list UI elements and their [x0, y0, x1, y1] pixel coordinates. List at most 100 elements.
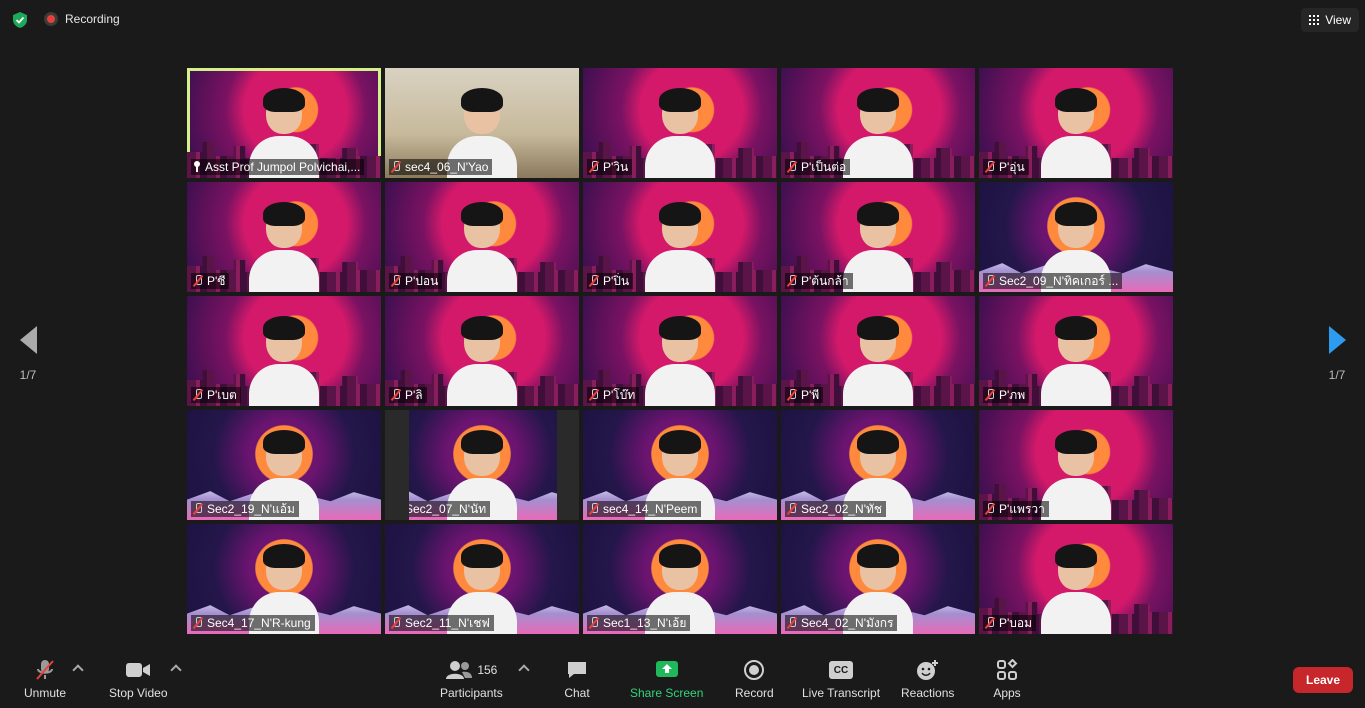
participant-name: P'วิน [603, 159, 629, 174]
participants-icon [445, 658, 473, 682]
participant-tile[interactable]: Asst Prof Jumpol Polvichai,... [187, 68, 381, 178]
participant-tile[interactable]: Sec2_02_N'ทัช [781, 410, 975, 520]
participant-tile[interactable]: P'บอม [979, 524, 1173, 634]
mic-muted-icon [589, 617, 599, 629]
recording-indicator[interactable]: Recording [44, 12, 120, 26]
participant-tile[interactable]: Sec2_07_N'นัท [385, 410, 579, 520]
participant-video [249, 196, 319, 292]
participant-name: P'ลิ [405, 387, 423, 402]
share-screen-button[interactable]: Share Screen [630, 658, 703, 700]
participant-tile[interactable]: P'ภพ [979, 296, 1173, 406]
participant-tile[interactable]: Sec2_11_N'เชฟ [385, 524, 579, 634]
participant-video [645, 310, 715, 406]
participant-name-tag: P'ต้นกล้า [785, 273, 853, 289]
participants-label: Participants [440, 686, 503, 700]
unmute-button[interactable]: Unmute [24, 658, 66, 700]
chat-button[interactable]: Chat [563, 658, 591, 700]
participant-name-tag: Sec2_19_N'แอ้ม [191, 501, 299, 517]
arrow-right-icon [1328, 326, 1346, 354]
participant-name: Sec2_07_N'นัท [405, 501, 487, 516]
participant-name-tag: P'พี [785, 387, 824, 403]
mic-muted-icon [985, 617, 995, 629]
participant-name-tag: Sec1_13_N'เอ้ย [587, 615, 691, 631]
participant-tile[interactable]: Sec2_19_N'แอ้ม [187, 410, 381, 520]
mic-muted-icon [391, 617, 401, 629]
view-button[interactable]: View [1301, 8, 1359, 32]
participants-button[interactable]: 156 Participants [440, 658, 503, 700]
participant-tile[interactable]: sec4_14_N'Peem [583, 410, 777, 520]
participant-tile[interactable]: P'พี [781, 296, 975, 406]
pin-icon [193, 161, 201, 173]
mic-muted-icon [787, 389, 797, 401]
participant-name-tag: P'ลิ [389, 387, 427, 403]
reactions-label: Reactions [901, 686, 955, 700]
participant-tile[interactable]: P'เป็นต่อ [781, 68, 975, 178]
leave-button[interactable]: Leave [1293, 667, 1353, 693]
mic-muted-icon [391, 389, 401, 401]
grid-view-icon [1309, 15, 1320, 25]
participant-name-tag: P'อุ่น [983, 159, 1029, 175]
participant-video [447, 310, 517, 406]
participant-tile[interactable]: P'ซี [187, 182, 381, 292]
next-page-button[interactable]: 1/7 [1309, 312, 1365, 396]
mic-muted-icon [589, 389, 599, 401]
participant-name: Sec2_02_N'ทัช [801, 501, 883, 516]
chat-label: Chat [564, 686, 590, 700]
mic-muted-icon [391, 161, 401, 173]
apps-label: Apps [993, 686, 1021, 700]
participants-options-caret[interactable] [518, 664, 530, 676]
smiley-plus-icon [914, 658, 942, 682]
record-icon [740, 658, 768, 682]
previous-page-button[interactable]: 1/7 [0, 312, 56, 396]
participant-video [1041, 424, 1111, 520]
participant-name-tag: Sec2_09_N'ทิคเกอร์ ... [983, 273, 1123, 289]
participant-tile[interactable]: P'ปิ่น [583, 182, 777, 292]
participant-name-tag: Sec2_02_N'ทัช [785, 501, 887, 517]
participant-tile[interactable]: P'อุ่น [979, 68, 1173, 178]
video-camera-icon [124, 658, 152, 682]
participant-name: P'ปอน [405, 273, 439, 288]
participant-tile[interactable]: P'ต้นกล้า [781, 182, 975, 292]
participant-name: Asst Prof Jumpol Polvichai,... [205, 160, 361, 174]
participant-name: P'เป็นต่อ [801, 159, 847, 174]
unmute-label: Unmute [24, 686, 67, 700]
participant-tile[interactable]: Sec1_13_N'เอ้ย [583, 524, 777, 634]
participant-name: Sec2_11_N'เชฟ [405, 615, 490, 630]
participant-name-tag: P'วิน [587, 159, 633, 175]
participant-name-tag: Asst Prof Jumpol Polvichai,... [191, 159, 365, 175]
participant-tile[interactable]: P'วิน [583, 68, 777, 178]
stop-video-button[interactable]: Stop Video [109, 658, 168, 700]
video-letterbox [557, 410, 579, 520]
mic-muted-icon [391, 275, 401, 287]
participant-tile[interactable]: P'แพรวา [979, 410, 1173, 520]
gallery-view: Asst Prof Jumpol Polvichai,... sec4_06_N'… [187, 68, 1178, 638]
audio-options-caret[interactable] [72, 664, 84, 676]
participant-tile[interactable]: sec4_06_N'Yao [385, 68, 579, 178]
participant-name-tag: Sec2_11_N'เชฟ [389, 615, 494, 631]
video-options-caret[interactable] [170, 664, 182, 676]
reactions-button[interactable]: Reactions [901, 658, 954, 700]
mic-muted-icon [31, 658, 59, 682]
participant-tile[interactable]: P'โบ๊ท [583, 296, 777, 406]
participants-count: 156 [477, 663, 498, 677]
participant-name-tag: P'แพรวา [983, 501, 1049, 517]
participant-tile[interactable]: P'ปอน [385, 182, 579, 292]
participant-tile[interactable]: P'เบต [187, 296, 381, 406]
security-shield-icon[interactable] [11, 11, 29, 29]
participant-name-tag: P'โบ๊ท [587, 387, 640, 403]
record-button[interactable]: Record [735, 658, 774, 700]
mic-muted-icon [985, 503, 995, 515]
participant-name-tag: P'บอม [983, 615, 1037, 631]
participant-tile[interactable]: P'ลิ [385, 296, 579, 406]
mic-muted-icon [193, 275, 203, 287]
apps-icon [993, 658, 1021, 682]
participant-name: P'แพรวา [999, 501, 1045, 516]
participant-tile[interactable]: Sec4_17_N'R-kung [187, 524, 381, 634]
participant-name-tag: sec4_14_N'Peem [587, 501, 702, 517]
participant-tile[interactable]: Sec2_09_N'ทิคเกอร์ ... [979, 182, 1173, 292]
apps-button[interactable]: Apps [993, 658, 1021, 700]
live-transcript-button[interactable]: CC Live Transcript [802, 658, 880, 700]
participant-video [249, 310, 319, 406]
participant-name-tag: P'ปิ่น [587, 273, 634, 289]
participant-tile[interactable]: Sec4_02_N'มังกร [781, 524, 975, 634]
